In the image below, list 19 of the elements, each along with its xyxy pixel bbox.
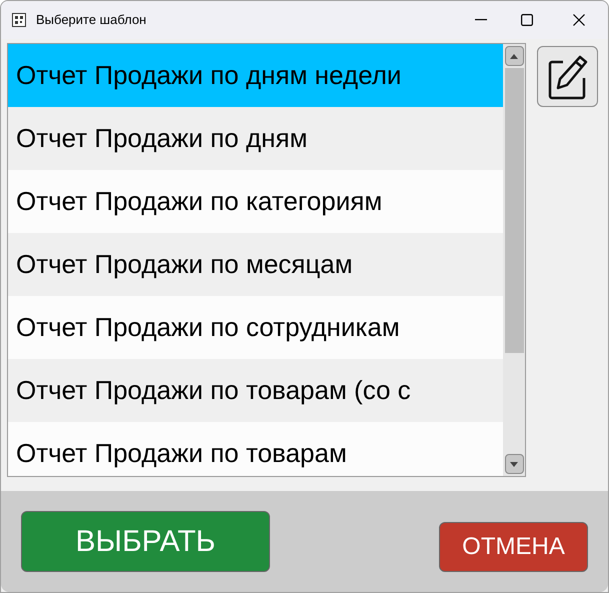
pencil-icon xyxy=(546,54,588,100)
scroll-thumb[interactable] xyxy=(504,68,524,353)
select-button[interactable]: ВЫБРАТЬ xyxy=(21,511,270,572)
caret-up-icon xyxy=(510,54,518,58)
template-item[interactable]: Отчет Продажи по товарам (со с xyxy=(8,359,503,422)
edit-button[interactable] xyxy=(537,46,598,107)
close-icon xyxy=(573,14,585,26)
scroll-down-button[interactable] xyxy=(504,454,524,474)
minimize-icon xyxy=(475,19,487,21)
template-item[interactable]: Отчет Продажи по дням недели xyxy=(8,44,503,107)
template-item[interactable]: Отчет Продажи по месяцам xyxy=(8,233,503,296)
app-icon xyxy=(12,13,26,27)
template-item[interactable]: Отчет Продажи по дням xyxy=(8,107,503,170)
maximize-icon xyxy=(521,14,533,26)
caret-down-icon xyxy=(510,462,518,466)
window-title: Выберите шаблон xyxy=(36,11,146,30)
cancel-button[interactable]: ОТМЕНА xyxy=(439,522,588,572)
scroll-up-button[interactable] xyxy=(504,46,524,66)
scrollbar[interactable] xyxy=(503,44,525,476)
